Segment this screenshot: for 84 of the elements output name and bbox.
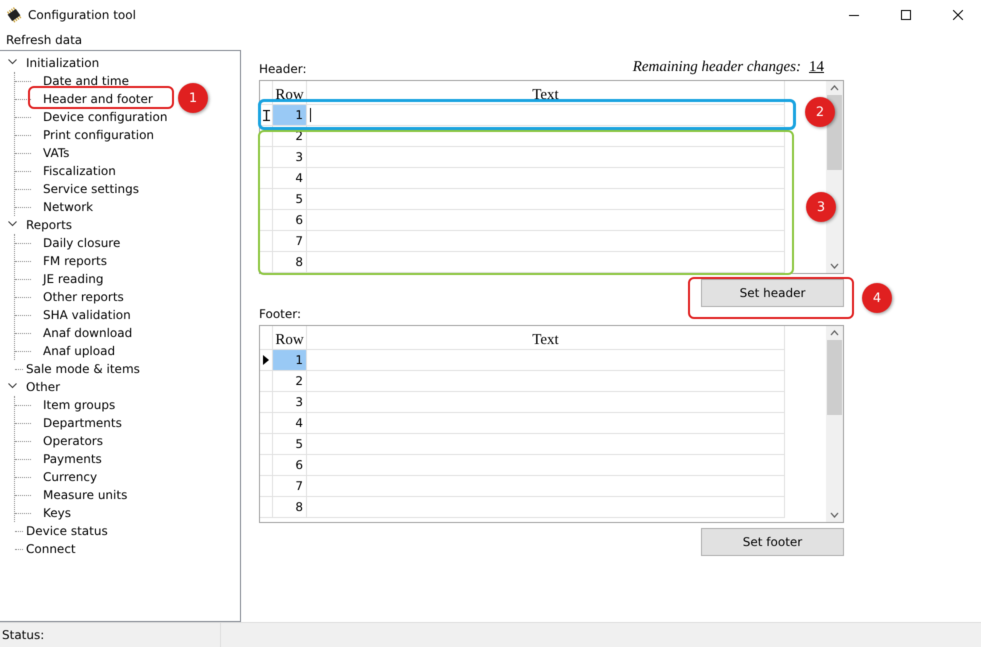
tree-item[interactable]: Other [25, 380, 62, 394]
column-header: Text [307, 326, 785, 350]
tree-item[interactable]: Sale mode & items [25, 362, 141, 376]
tree-item[interactable]: Daily closure [42, 236, 122, 250]
text-cell[interactable] [307, 126, 785, 147]
row-number-cell: 5 [273, 189, 307, 210]
tree-item[interactable]: Fiscalization [42, 164, 117, 178]
row-number-cell: 8 [273, 497, 307, 518]
scrollbar-thumb[interactable] [827, 340, 842, 415]
tree-item[interactable]: Network [42, 200, 94, 214]
text-cell[interactable] [307, 105, 785, 126]
tree-item[interactable]: Device status [25, 524, 109, 538]
data-grid[interactable]: Row Text 1 2 3 4 5 6 7 8 [259, 325, 844, 523]
row-number-cell: 8 [273, 252, 307, 273]
text-cell[interactable] [307, 189, 785, 210]
text-cell[interactable] [307, 252, 785, 273]
set-header-button[interactable]: Set header [701, 279, 844, 307]
chevron-down-icon[interactable] [8, 383, 17, 389]
column-header: Text [307, 81, 785, 105]
remaining-label: Remaining header changes: [632, 59, 801, 76]
row-number-cell: 3 [273, 147, 307, 168]
tree-item[interactable]: Device configuration [42, 110, 168, 124]
grid-corner [260, 81, 273, 105]
row-number-cell: 5 [273, 434, 307, 455]
tree-item[interactable]: Operators [42, 434, 104, 448]
menu-item[interactable]: Refresh data [6, 33, 82, 47]
section-label: Header: [259, 62, 307, 76]
tree-item[interactable]: Keys [42, 506, 72, 520]
row-number-cell: 4 [273, 168, 307, 189]
text-cell[interactable] [307, 210, 785, 231]
row-number-cell: 4 [273, 413, 307, 434]
tree-item[interactable]: Anaf download [42, 326, 134, 340]
text-cell[interactable] [307, 476, 785, 497]
tree-item[interactable]: Payments [42, 452, 103, 466]
current-row-icon [263, 355, 269, 365]
section-label: Footer: [259, 307, 302, 321]
row-number-cell: 6 [273, 210, 307, 231]
text-cell[interactable] [307, 455, 785, 476]
tree-item[interactable]: VATs [42, 146, 70, 160]
row-number-cell: 6 [273, 455, 307, 476]
tree-item[interactable]: SHA validation [42, 308, 132, 322]
callout-number: 4 [862, 283, 892, 313]
row-number-cell: 3 [273, 392, 307, 413]
row-number-cell: 1 [273, 105, 307, 126]
row-number-cell: 7 [273, 231, 307, 252]
text-caret [310, 108, 311, 122]
tree-item[interactable]: Connect [25, 542, 77, 556]
remaining-count: 14 [809, 59, 824, 76]
tree-item[interactable]: Item groups [42, 398, 116, 412]
text-cell[interactable] [307, 350, 785, 371]
set-footer-button[interactable]: Set footer [701, 528, 844, 556]
tree-item[interactable]: Currency [42, 470, 98, 484]
tree-item[interactable]: Print configuration [42, 128, 156, 142]
scrollbar[interactable] [826, 326, 843, 522]
text-cell[interactable] [307, 231, 785, 252]
text-cell[interactable] [307, 392, 785, 413]
tree-item[interactable]: Service settings [42, 182, 140, 196]
window-title: Configuration tool [28, 8, 137, 22]
close-icon[interactable] [953, 10, 963, 20]
tree-item[interactable]: FM reports [42, 254, 108, 268]
text-cell[interactable] [307, 413, 785, 434]
grid-corner [260, 326, 273, 350]
tree-item[interactable]: Date and time [42, 74, 130, 88]
tree-item[interactable]: Header and footer [42, 92, 154, 106]
row-number-cell: 2 [273, 371, 307, 392]
text-cell[interactable] [307, 497, 785, 518]
row-number-cell: 7 [273, 476, 307, 497]
tree-item[interactable]: JE reading [42, 272, 105, 286]
tree-item[interactable]: Initialization [25, 56, 100, 70]
edit-cursor-icon [262, 110, 270, 120]
tree-item[interactable]: Anaf upload [42, 344, 116, 358]
tree-item[interactable]: Departments [42, 416, 123, 430]
text-cell[interactable] [307, 434, 785, 455]
chevron-down-icon[interactable] [8, 59, 17, 65]
text-cell[interactable] [307, 168, 785, 189]
tree-item[interactable]: Measure units [42, 488, 128, 502]
maximize-icon[interactable] [901, 10, 911, 20]
status-label: Status: [2, 628, 44, 642]
text-cell[interactable] [307, 147, 785, 168]
tree-item[interactable]: Other reports [42, 290, 125, 304]
tree-item[interactable]: Reports [25, 218, 74, 232]
chevron-down-icon[interactable] [8, 221, 17, 227]
text-cell[interactable] [307, 371, 785, 392]
row-number-cell: 1 [273, 350, 307, 371]
